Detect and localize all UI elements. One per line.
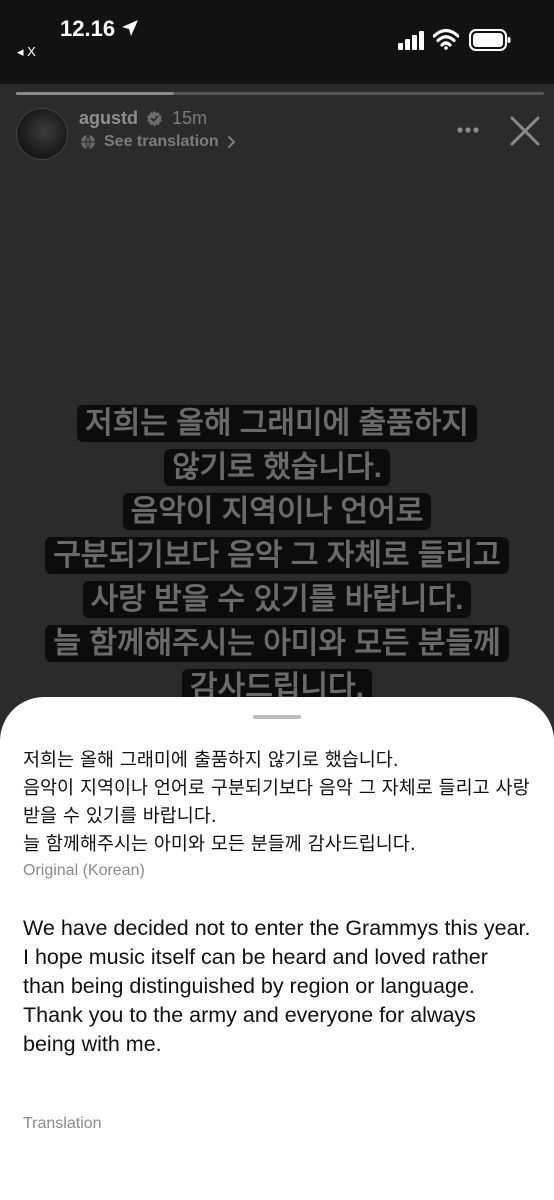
story-text-line: 사랑 받을 수 있기를 바랍니다.	[82, 581, 472, 618]
globe-icon	[81, 134, 95, 150]
more-options-icon[interactable]	[456, 126, 480, 134]
story-time: 15m	[172, 108, 208, 128]
story-text-line: 음악이 지역이나 언어로	[122, 493, 432, 530]
close-icon[interactable]	[510, 116, 540, 146]
status-time: 12.16	[60, 16, 116, 41]
see-translation-link[interactable]: See translation	[80, 133, 236, 151]
see-translation-label: See translation	[104, 133, 219, 150]
story-progress-bar	[16, 92, 544, 95]
battery-icon	[469, 29, 511, 51]
location-arrow-icon	[122, 20, 138, 36]
story-username[interactable]: agustd	[79, 108, 138, 129]
story-text: 저희는 올해 그래미에 출품하지 않기로 했습니다. 음악이 지역이나 언어로 …	[20, 402, 534, 710]
translated-text: We have decided not to enter the Grammys…	[23, 916, 531, 1056]
back-to-app-button[interactable]: ◂ X	[17, 44, 36, 60]
wifi-icon	[433, 28, 459, 50]
chevron-right-icon	[227, 136, 236, 148]
status-bar: 12.16 ◂ X	[0, 0, 554, 84]
story-text-line: 늘 함께해주시는 아미와 모든 분들께	[45, 625, 509, 662]
translation-sheet: 저희는 올해 그래미에 출품하지 않기로 했습니다. 음악이 지역이나 언어로 …	[0, 697, 554, 1200]
signal-icon	[398, 31, 424, 50]
story-text-line: 저희는 올해 그래미에 출품하지	[77, 405, 477, 442]
story-text-line: 않기로 했습니다.	[164, 449, 390, 486]
original-language-label: Original (Korean)	[23, 862, 145, 879]
drag-handle[interactable]	[253, 715, 301, 719]
story-progress-fill	[16, 92, 175, 95]
verified-badge-icon	[147, 110, 162, 127]
story-text-line: 구분되기보다 음악 그 자체로 들리고	[45, 537, 509, 574]
original-text: 저희는 올해 그래미에 출품하지 않기로 했습니다. 음악이 지역이나 언어로 …	[23, 750, 530, 855]
avatar[interactable]	[16, 108, 68, 160]
translation-label: Translation	[23, 1115, 102, 1132]
story-view[interactable]: agustd 15m See translation 저희는 올해 그래미에 출…	[0, 84, 554, 724]
